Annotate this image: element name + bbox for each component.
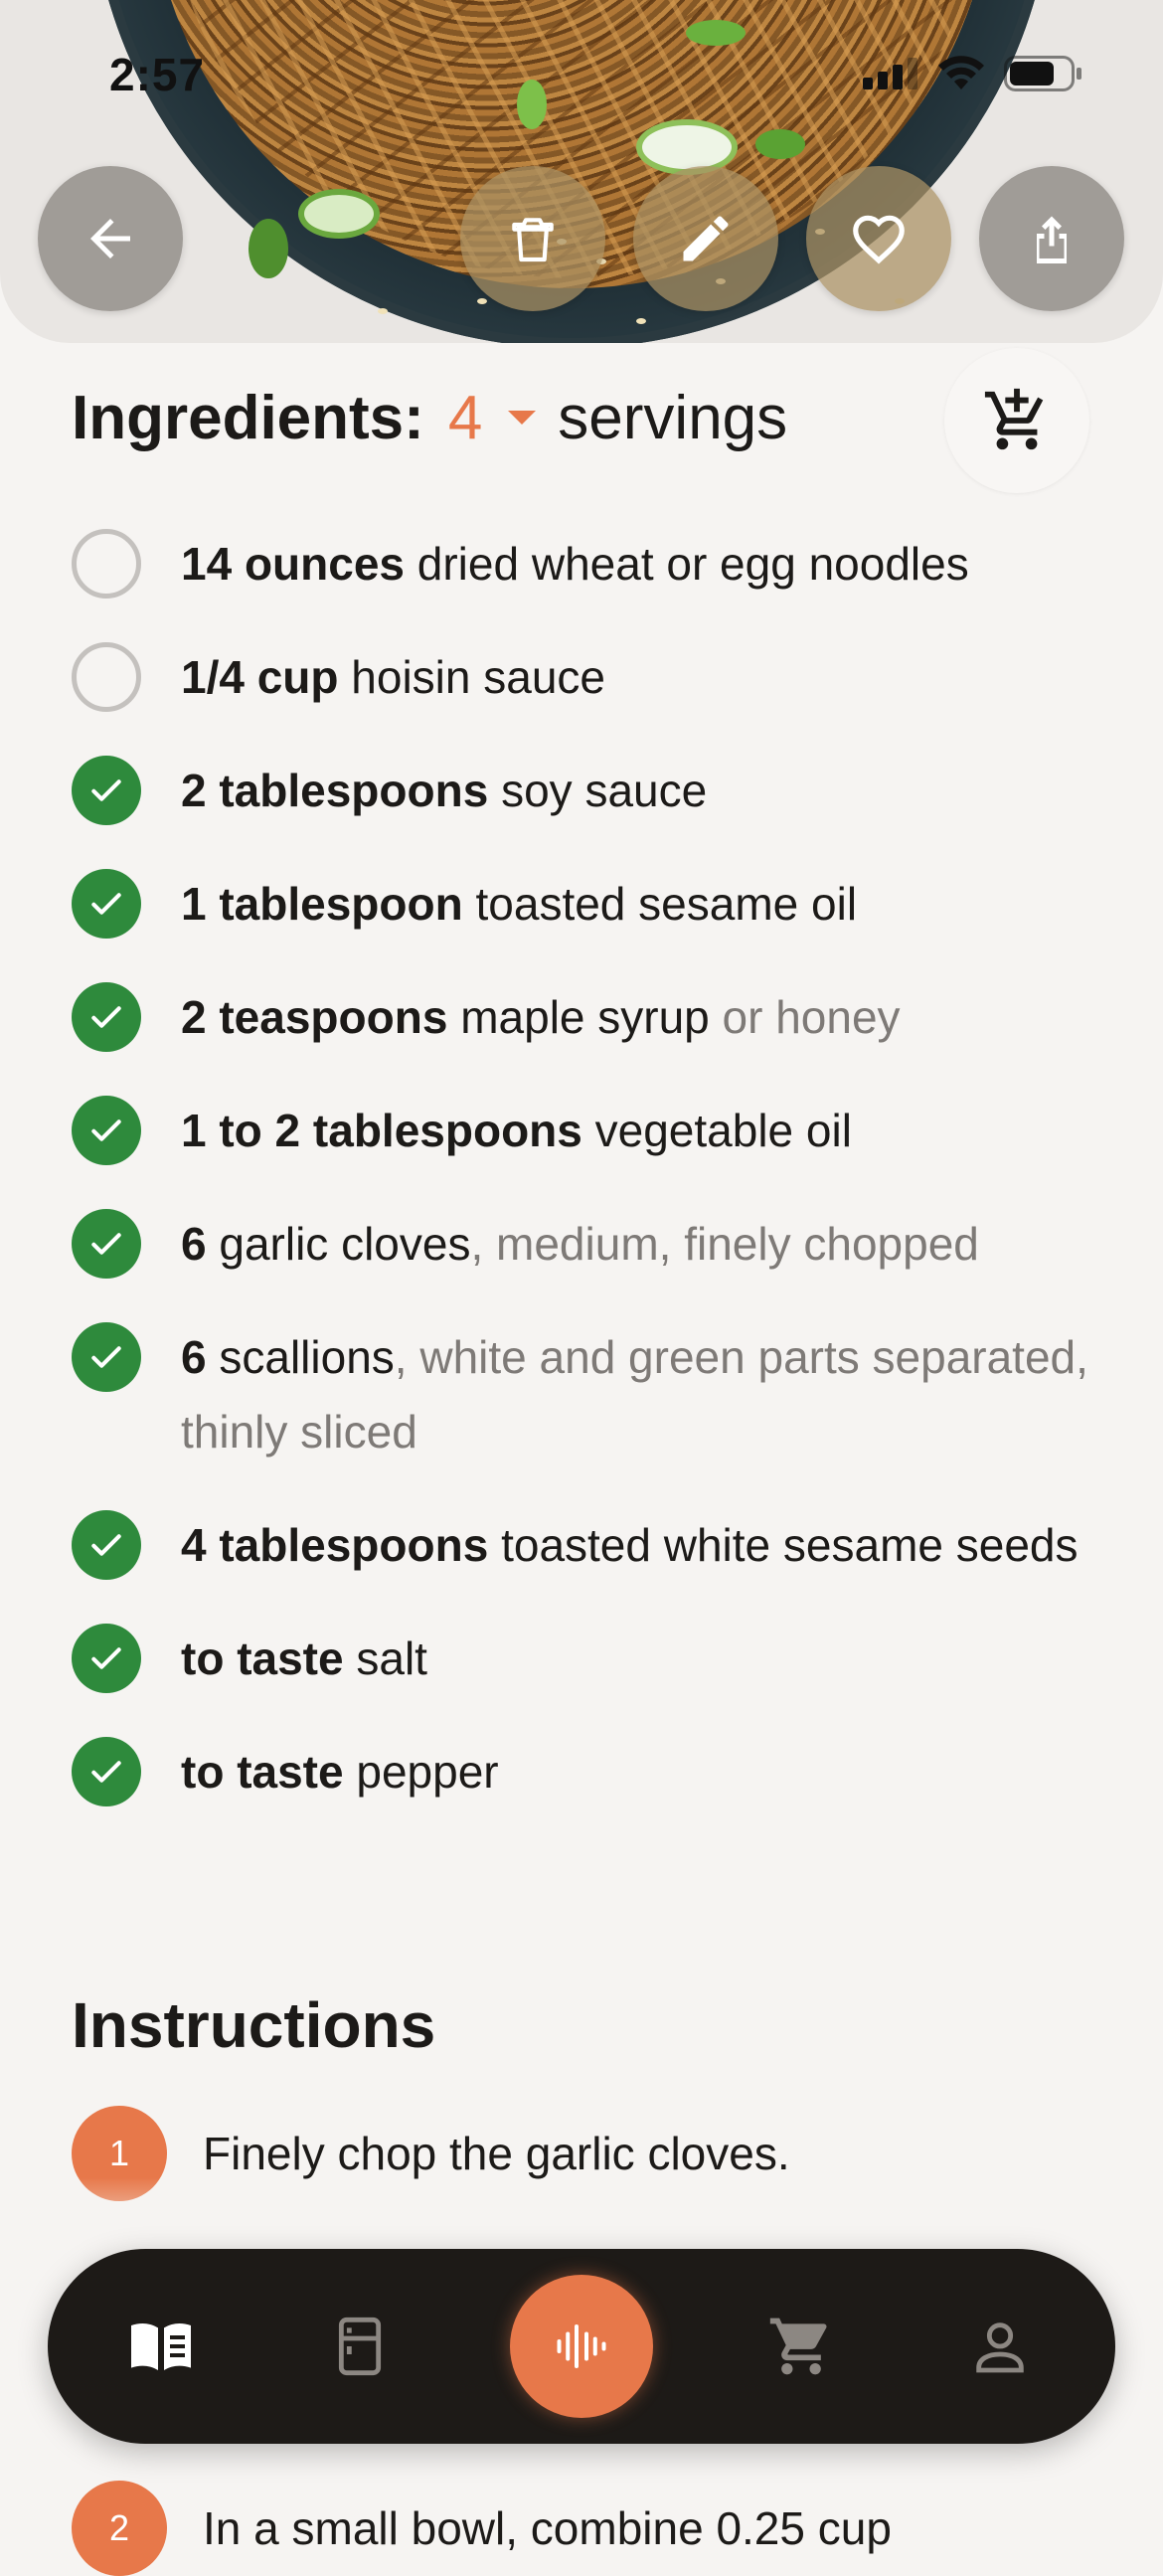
- checkmark-icon[interactable]: [72, 1209, 141, 1279]
- scroll-fade: [0, 2177, 1163, 2257]
- scallion-decor: [755, 129, 805, 159]
- checkmark-icon[interactable]: [72, 1510, 141, 1580]
- sesame-seed: [477, 298, 487, 304]
- ingredient-item[interactable]: 14 ounces dried wheat or egg noodles: [72, 527, 1095, 601]
- back-button[interactable]: [38, 166, 183, 311]
- ingredient-note: or honey: [709, 991, 901, 1043]
- checkmark-icon[interactable]: [72, 982, 141, 1052]
- ingredient-amount: 6: [181, 1331, 207, 1383]
- ingredient-amount: to taste: [181, 1746, 344, 1798]
- ingredient-amount: 2 tablespoons: [181, 765, 489, 816]
- checkmark-icon[interactable]: [72, 756, 141, 825]
- nav-recipes[interactable]: [111, 2297, 211, 2396]
- cart-plus-icon: [984, 388, 1044, 450]
- ingredient-name: toasted white sesame seeds: [501, 1519, 1079, 1571]
- ingredient-name: soy sauce: [501, 765, 708, 816]
- scallion-decor: [298, 189, 380, 239]
- unchecked-circle-icon[interactable]: [72, 642, 141, 712]
- checkmark-icon[interactable]: [72, 1322, 141, 1392]
- ingredient-name: scallions: [219, 1331, 395, 1383]
- status-icons: [863, 56, 1083, 91]
- sesame-seed: [378, 308, 388, 314]
- ingredient-item[interactable]: 2 tablespoons soy sauce: [72, 754, 1095, 828]
- ingredient-item[interactable]: 1 tablespoon toasted sesame oil: [72, 867, 1095, 942]
- ingredient-note: , medium, finely chopped: [470, 1218, 979, 1270]
- ingredient-item[interactable]: 6 scallions, white and green parts separ…: [72, 1320, 1095, 1469]
- ingredient-name: garlic cloves: [219, 1218, 471, 1270]
- add-to-cart-button[interactable]: [944, 348, 1089, 493]
- bottom-nav-bar: [48, 2249, 1115, 2444]
- scallion-decor: [686, 20, 746, 46]
- book-open-icon: [131, 2322, 191, 2370]
- ingredient-name: salt: [356, 1632, 427, 1684]
- ingredient-amount: 1/4 cup: [181, 651, 339, 703]
- unchecked-circle-icon[interactable]: [72, 529, 141, 599]
- ingredient-item[interactable]: to taste salt: [72, 1622, 1095, 1696]
- ingredient-name: vegetable oil: [594, 1105, 852, 1156]
- servings-value[interactable]: 4: [448, 383, 482, 453]
- ingredient-name: hoisin sauce: [351, 651, 606, 703]
- person-icon: [976, 2322, 1024, 2373]
- signal-icon: [863, 58, 917, 89]
- instructions-title: Instructions: [72, 1989, 436, 2061]
- ingredient-amount: 14 ounces: [181, 538, 405, 590]
- ingredient-amount: 1 tablespoon: [181, 878, 463, 930]
- voice-assistant-button[interactable]: [510, 2275, 653, 2418]
- ingredient-name: dried wheat or egg noodles: [416, 538, 969, 590]
- ingredients-header: Ingredients: 4 servings: [72, 378, 787, 457]
- instruction-step: 2 In a small bowl, combine 0.25 cup: [72, 2481, 892, 2576]
- scallion-decor: [249, 219, 288, 278]
- servings-dropdown-caret-icon[interactable]: [508, 411, 537, 425]
- ingredient-amount: 4 tablespoons: [181, 1519, 489, 1571]
- cart-icon: [769, 2318, 827, 2375]
- ingredient-name: pepper: [356, 1746, 499, 1798]
- checkmark-icon[interactable]: [72, 1096, 141, 1165]
- checkmark-icon[interactable]: [72, 1737, 141, 1806]
- step-number-badge: 2: [72, 2481, 167, 2576]
- ingredient-item[interactable]: 2 teaspoons maple syrup or honey: [72, 980, 1095, 1055]
- ingredient-name: toasted sesame oil: [475, 878, 858, 930]
- servings-label: servings: [558, 383, 788, 452]
- checkmark-icon[interactable]: [72, 1624, 141, 1693]
- ingredient-item[interactable]: 6 garlic cloves, medium, finely chopped: [72, 1207, 1095, 1282]
- status-time: 2:57: [109, 49, 206, 100]
- favorite-button[interactable]: [806, 166, 951, 311]
- ingredient-item[interactable]: 1 to 2 tablespoons vegetable oil: [72, 1094, 1095, 1168]
- battery-icon: [1004, 56, 1081, 91]
- step-text: Finely chop the garlic cloves.: [203, 2128, 790, 2179]
- ingredient-amount: 1 to 2 tablespoons: [181, 1105, 582, 1156]
- pencil-icon: [683, 216, 729, 261]
- checkmark-icon[interactable]: [72, 869, 141, 939]
- nav-profile[interactable]: [950, 2297, 1050, 2396]
- sesame-seed: [636, 318, 646, 324]
- edit-button[interactable]: [633, 166, 778, 311]
- share-icon: [1037, 216, 1067, 263]
- voice-waveform-icon: [557, 2324, 606, 2368]
- delete-button[interactable]: [460, 166, 605, 311]
- ingredient-amount: 2 teaspoons: [181, 991, 448, 1043]
- nav-pantry[interactable]: [310, 2297, 410, 2396]
- share-button[interactable]: [979, 166, 1124, 311]
- ingredient-item[interactable]: 1/4 cup hoisin sauce: [72, 640, 1095, 715]
- fridge-icon: [338, 2317, 382, 2376]
- scallion-decor: [636, 119, 738, 175]
- arrow-left-icon: [90, 219, 130, 258]
- ingredient-item[interactable]: 4 tablespoons toasted white sesame seeds: [72, 1508, 1095, 1583]
- trash-icon: [512, 218, 554, 262]
- ingredients-title: Ingredients:: [72, 383, 424, 452]
- nav-shopping-cart[interactable]: [751, 2297, 851, 2396]
- step-text: In a small bowl, combine 0.25 cup: [203, 2502, 892, 2554]
- wifi-icon: [938, 56, 984, 89]
- ingredient-name: maple syrup: [460, 991, 710, 1043]
- heart-icon: [853, 215, 905, 264]
- scallion-decor: [517, 80, 547, 129]
- ingredient-amount: to taste: [181, 1632, 344, 1684]
- ingredient-list: 14 ounces dried wheat or egg noodles 1/4…: [72, 527, 1095, 1848]
- ingredient-amount: 6: [181, 1218, 207, 1270]
- ingredient-item[interactable]: to taste pepper: [72, 1735, 1095, 1809]
